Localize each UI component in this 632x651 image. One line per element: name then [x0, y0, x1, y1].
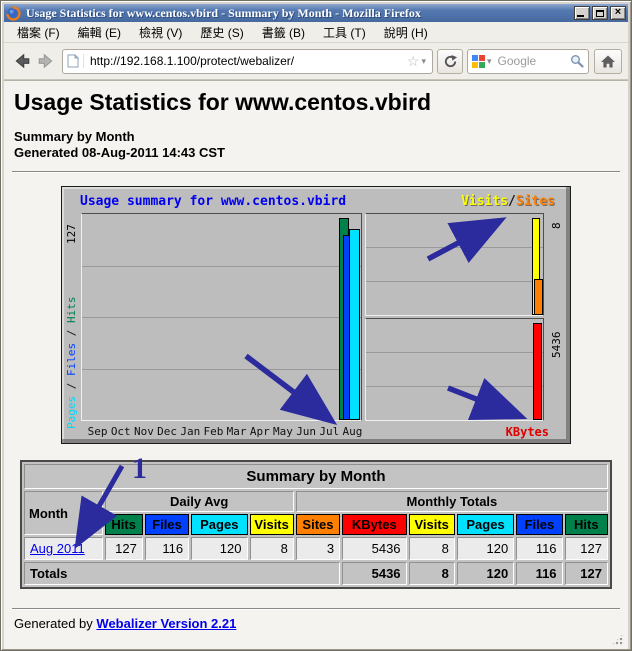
menu-help[interactable]: 說明 (H)	[375, 22, 437, 43]
chart-legend: Visits/Sites	[461, 194, 555, 209]
search-box[interactable]: ▾ Google	[467, 49, 589, 74]
column-header-pages-total: Pages	[457, 514, 514, 535]
menu-tools[interactable]: 工具 (T)	[314, 22, 375, 43]
cell-visits-total: 8	[409, 537, 455, 560]
google-logo-icon[interactable]	[472, 55, 485, 68]
page-title: Usage Statistics for www.centos.vbird	[14, 89, 620, 115]
navigation-toolbar: http://192.168.1.100/protect/webalizer/ …	[4, 43, 628, 80]
cell-files-total: 116	[516, 537, 562, 560]
panel-visits-sites	[365, 213, 544, 316]
group-header-monthly-totals: Monthly Totals	[296, 491, 608, 512]
generated-line: Generated 08-Aug-2011 14:43 CST	[14, 145, 620, 161]
resize-grip[interactable]	[611, 633, 624, 646]
group-header-daily-avg: Daily Avg	[105, 491, 294, 512]
aug-2011-link[interactable]: Aug 2011	[30, 541, 85, 556]
month-cell: Aug 2011	[24, 537, 103, 560]
close-button[interactable]: ×	[610, 6, 626, 20]
totals-label: Totals	[24, 562, 340, 585]
menu-file[interactable]: 檔案 (F)	[8, 22, 69, 43]
url-input[interactable]: http://192.168.1.100/protect/webalizer/	[84, 54, 407, 68]
home-icon	[600, 54, 616, 69]
page-content: Usage Statistics for www.centos.vbird Su…	[4, 80, 628, 649]
column-header-visits-daily: Visits	[250, 514, 294, 535]
forward-button[interactable]	[34, 49, 58, 73]
page-icon	[67, 54, 84, 68]
bar-pages	[349, 229, 360, 420]
cell-sites: 3	[296, 537, 340, 560]
magnifier-icon[interactable]	[570, 54, 584, 68]
total-pages: 120	[457, 562, 514, 585]
summary-table-section: Summary by Month Month Daily Avg Monthly…	[20, 460, 612, 589]
search-input[interactable]: Google	[494, 54, 570, 68]
back-button[interactable]	[10, 49, 34, 73]
column-header-hits-daily: Hits	[105, 514, 143, 535]
total-files: 116	[516, 562, 562, 585]
menu-edit[interactable]: 編輯 (E)	[69, 22, 130, 43]
kbytes-axis-label: KBytes	[506, 425, 549, 439]
legend-sites: Sites	[516, 194, 555, 209]
legend-visits: Visits	[461, 194, 508, 209]
column-header-month: Month	[24, 491, 103, 535]
column-header-files-daily: Files	[145, 514, 189, 535]
menu-bar: 檔案 (F) 編輯 (E) 檢視 (V) 歷史 (S) 書籤 (B) 工具 (T…	[4, 22, 628, 43]
bar-kbytes	[533, 323, 542, 420]
minimize-icon	[577, 15, 584, 17]
maximize-icon	[596, 10, 604, 17]
firefox-icon	[6, 6, 21, 21]
column-header-kbytes: KBytes	[342, 514, 406, 535]
column-header-sites: Sites	[296, 514, 340, 535]
window-title: Usage Statistics for www.centos.vbird - …	[24, 6, 571, 21]
cell-pages-daily: 120	[191, 537, 247, 560]
footer-divider	[12, 608, 620, 610]
y-axis-right-bottom-max: 5436	[550, 320, 563, 358]
cell-visits-daily: 8	[250, 537, 294, 560]
table-row: Aug 2011 127 116 120 8 3 5436 8 120 116 …	[24, 537, 608, 560]
summary-subheading: Summary by Month	[14, 129, 620, 145]
table-title: Summary by Month	[24, 464, 608, 489]
left-axis-label: Pages / Files / Hits	[65, 295, 78, 429]
column-header-pages-daily: Pages	[191, 514, 247, 535]
reload-button[interactable]	[437, 49, 463, 74]
y-axis-right-top-max: 8	[550, 215, 563, 229]
total-hits: 127	[565, 562, 608, 585]
home-button[interactable]	[594, 49, 622, 74]
column-header-files-total: Files	[516, 514, 562, 535]
column-header-visits-total: Visits	[409, 514, 455, 535]
summary-by-month-table: Summary by Month Month Daily Avg Monthly…	[20, 460, 612, 589]
chart-title: Usage summary for www.centos.vbird	[80, 194, 346, 209]
total-visits: 8	[409, 562, 455, 585]
url-bar[interactable]: http://192.168.1.100/protect/webalizer/ …	[62, 49, 433, 74]
cell-files-daily: 116	[145, 537, 189, 560]
cell-hits-total: 127	[565, 537, 608, 560]
panel-kbytes	[365, 318, 544, 421]
cell-kbytes: 5436	[342, 537, 406, 560]
bar-sites	[534, 279, 543, 315]
divider	[12, 171, 620, 173]
search-engine-dropdown-icon[interactable]: ▾	[485, 57, 494, 66]
y-axis-left-max: 127	[65, 214, 78, 244]
total-kbytes: 5436	[342, 562, 406, 585]
browser-window: Usage Statistics for www.centos.vbird - …	[0, 0, 632, 651]
close-icon: ×	[611, 6, 625, 19]
panel-hits-files-pages	[81, 213, 362, 421]
forward-arrow-icon	[37, 52, 55, 70]
reload-icon	[443, 54, 458, 69]
cell-pages-total: 120	[457, 537, 514, 560]
menu-history[interactable]: 歷史 (S)	[191, 22, 252, 43]
maximize-button[interactable]	[592, 6, 608, 20]
totals-row: Totals 5436 8 120 116 127	[24, 562, 608, 585]
webalizer-link[interactable]: Webalizer Version 2.21	[96, 616, 236, 631]
cell-hits-daily: 127	[105, 537, 143, 560]
menu-view[interactable]: 檢視 (V)	[130, 22, 191, 43]
usage-summary-chart: Usage summary for www.centos.vbird Visit…	[61, 186, 571, 444]
minimize-button[interactable]	[574, 6, 590, 20]
titlebar: Usage Statistics for www.centos.vbird - …	[4, 4, 628, 22]
bookmark-star-icon[interactable]: ☆	[407, 54, 420, 68]
url-dropdown-icon[interactable]: ▾	[419, 57, 428, 66]
menu-bookmarks[interactable]: 書籤 (B)	[253, 22, 314, 43]
column-header-hits-total: Hits	[565, 514, 608, 535]
month-axis-labels: SepOctNovDecJanFebMarAprMayJunJulAug	[86, 425, 364, 438]
footer-text: Generated by Webalizer Version 2.21	[14, 616, 620, 631]
back-arrow-icon	[13, 52, 31, 70]
